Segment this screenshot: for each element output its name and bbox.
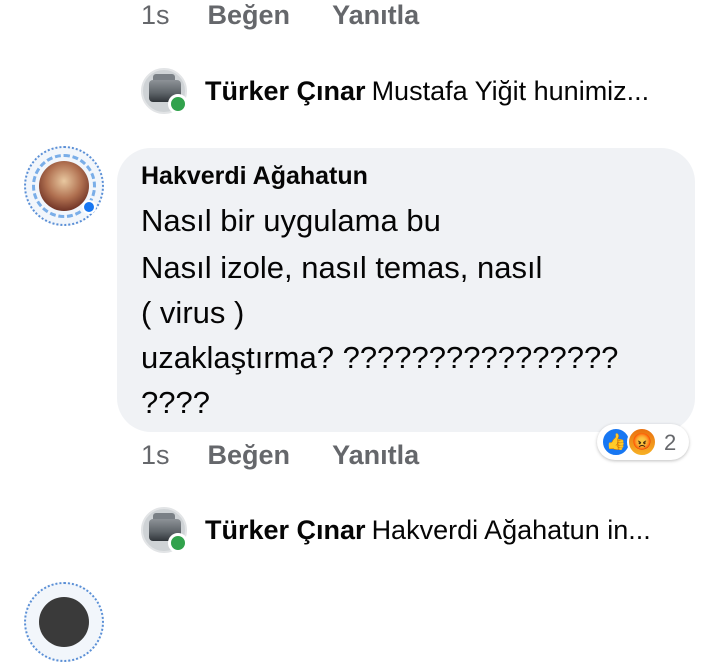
reply-preview[interactable]: Türker Çınar Hakverdi Ağahatun in...	[141, 507, 651, 553]
reply-author-name[interactable]: Türker Çınar	[205, 515, 366, 545]
online-status-icon	[168, 94, 188, 114]
reply-snippet: Mustafa Yiğit hunimiz...	[371, 75, 650, 106]
comment-actions: 1s Beğen Yanıtla	[141, 440, 419, 471]
avatar[interactable]	[141, 507, 188, 553]
avatar[interactable]	[24, 146, 104, 226]
reaction-summary[interactable]: 👍 😡 2	[597, 424, 689, 460]
comment-timestamp: 1s	[141, 0, 170, 30]
like-button[interactable]: Beğen	[208, 0, 291, 31]
reply-button[interactable]: Yanıtla	[332, 0, 419, 31]
top-comment-actions: 1s Beğen Yanıtla	[141, 0, 419, 31]
reaction-count: 2	[664, 430, 677, 455]
reply-preview[interactable]: Türker Çınar Mustafa Yiğit hunimiz...	[141, 68, 649, 114]
reply-snippet: Hakverdi Ağahatun in...	[371, 514, 651, 545]
angry-icon: 😡	[627, 427, 657, 457]
comment-text-line: Nasıl bir uygulama bu	[141, 203, 441, 238]
comment-text-line: uzaklaştırma? ????????????????	[141, 340, 619, 375]
comment-text-line: Nasıl izole, nasıl temas, nasıl	[141, 250, 543, 285]
like-button[interactable]: Beğen	[208, 440, 291, 471]
comment-text-line: ( virus )	[141, 295, 245, 330]
comment-text-line: ????	[141, 385, 210, 420]
comment-author-name[interactable]: Hakverdi Ağahatun	[141, 162, 368, 191]
avatar[interactable]	[141, 68, 188, 114]
reply-author-name[interactable]: Türker Çınar	[205, 76, 366, 106]
profile-frame-badge-icon	[82, 200, 96, 214]
avatar[interactable]	[24, 582, 104, 662]
reply-button[interactable]: Yanıtla	[332, 440, 419, 471]
comment-timestamp: 1s	[141, 440, 170, 470]
online-status-icon	[168, 533, 188, 553]
